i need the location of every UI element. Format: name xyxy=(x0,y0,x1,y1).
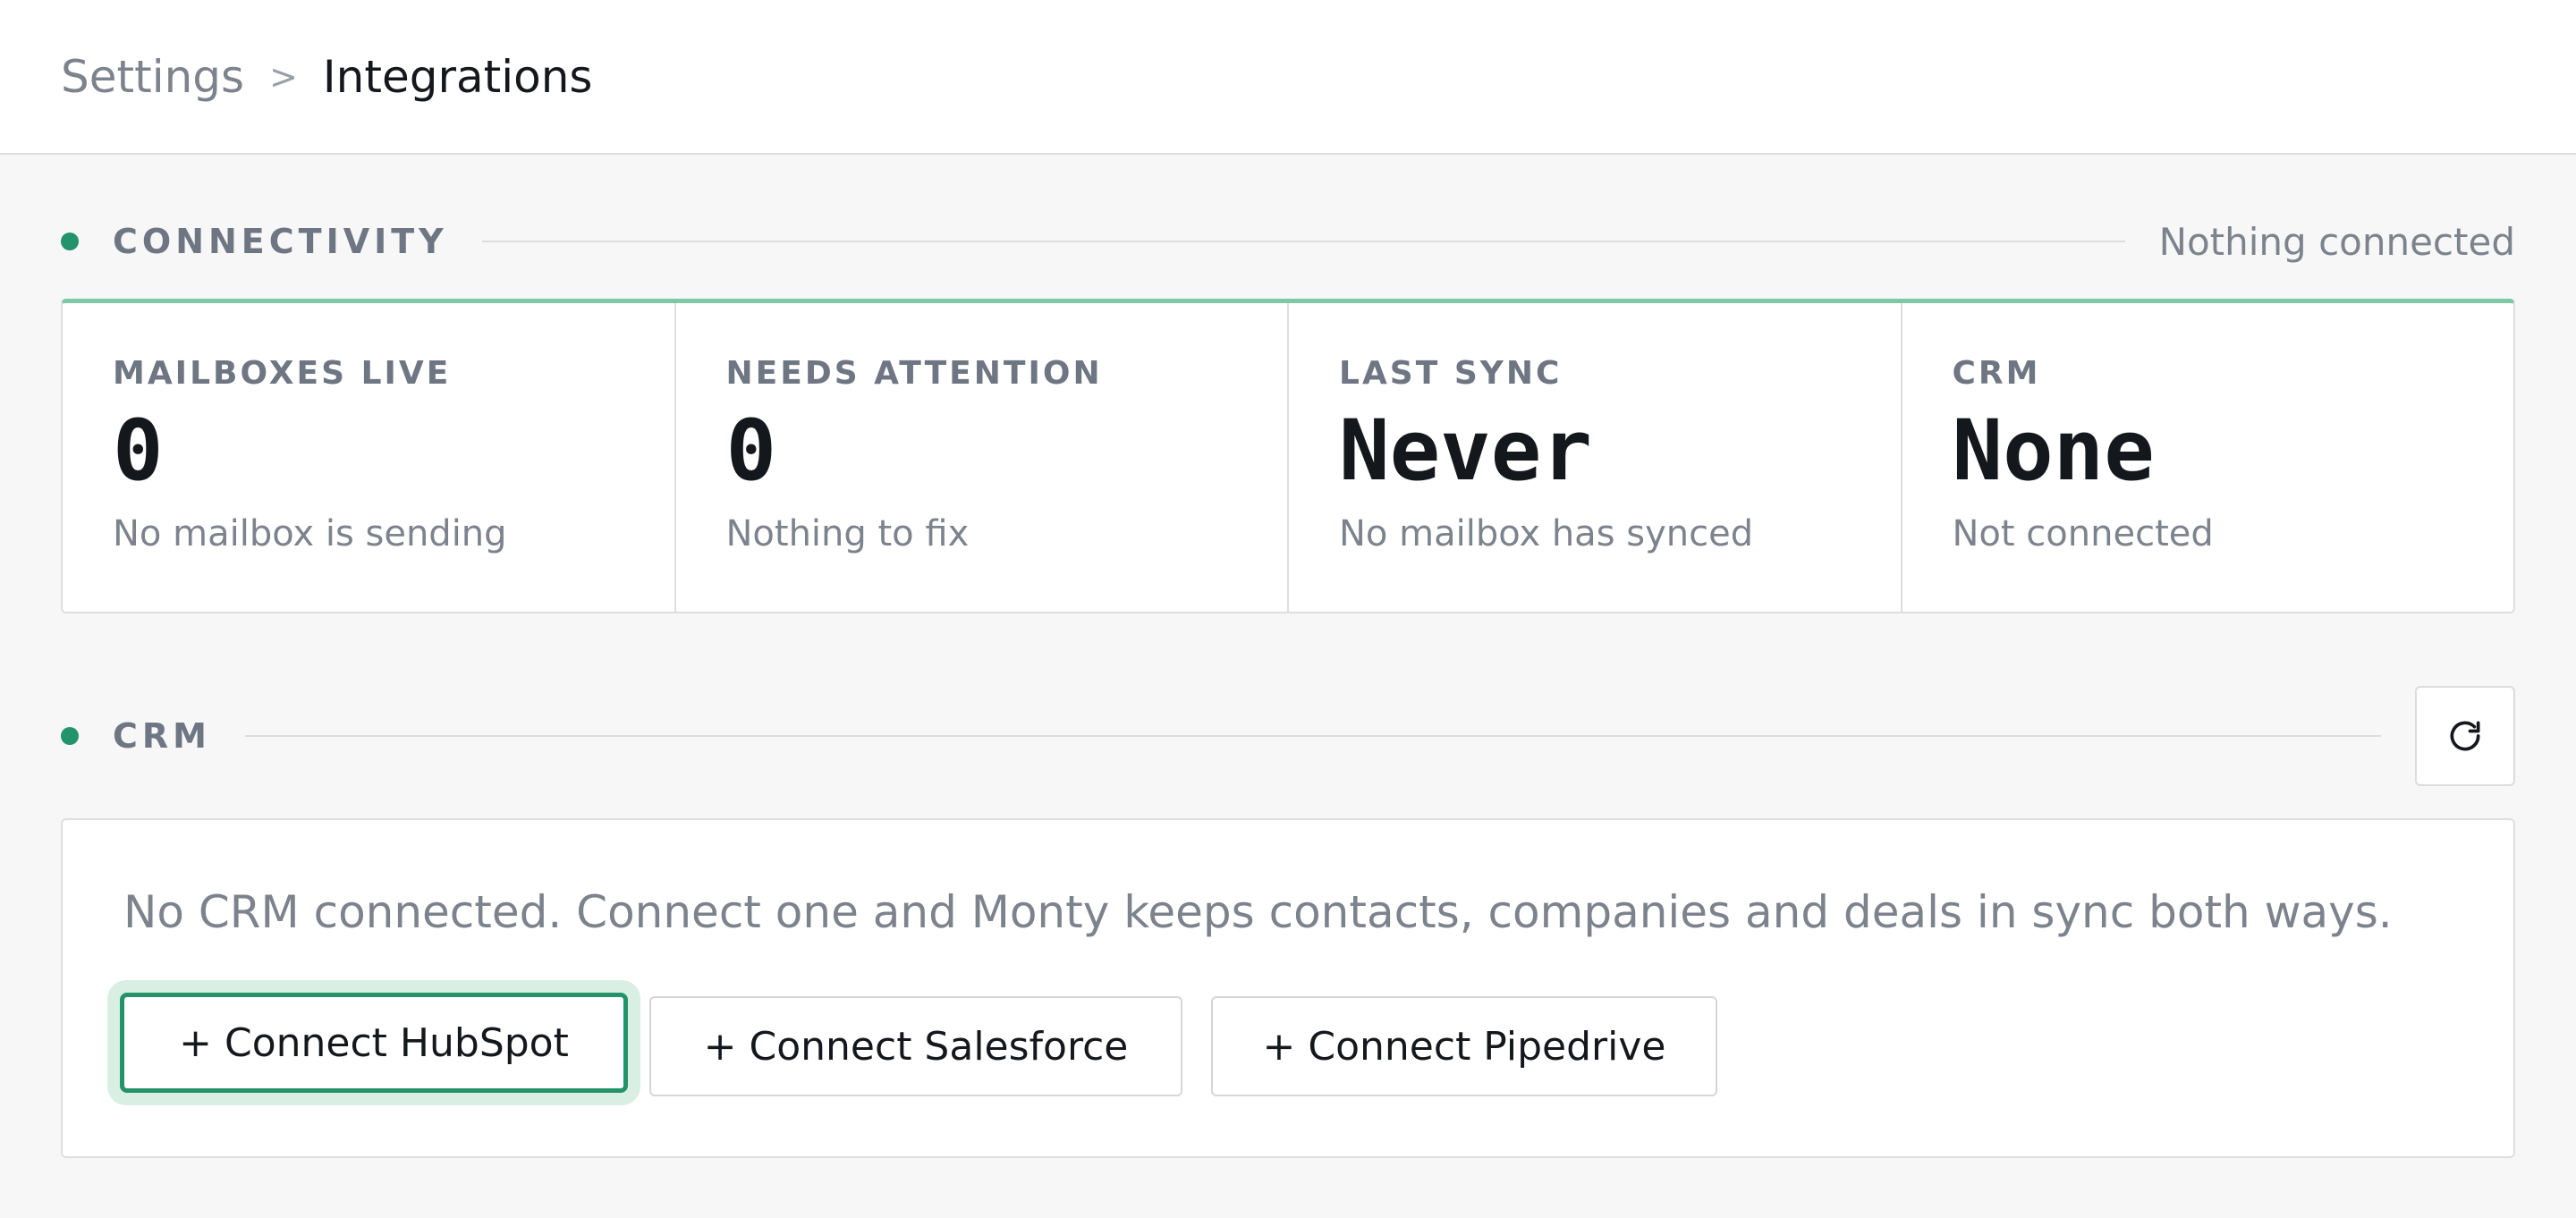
stat-value: 0 xyxy=(113,402,164,500)
stat-label: MAILBOXES LIVE xyxy=(113,355,452,392)
connectivity-status: Nothing connected xyxy=(2158,219,2515,264)
stat-subtext: No mailbox is sending xyxy=(113,513,507,554)
stat-crm: CRM None Not connected xyxy=(1902,303,2514,612)
crm-label: CRM xyxy=(113,716,211,756)
connect-hubspot-button[interactable]: + Connect HubSpot xyxy=(120,993,628,1093)
crm-description: No CRM connected. Connect one and Monty … xyxy=(123,886,2393,938)
stat-last-sync: LAST SYNC Never No mailbox has synced xyxy=(1289,303,1902,612)
stat-needs-attention: NEEDS ATTENTION 0 Nothing to fix xyxy=(676,303,1289,612)
connect-salesforce-button[interactable]: + Connect Salesforce xyxy=(649,996,1182,1096)
stat-value: 0 xyxy=(725,402,777,500)
top-bar: Settings > Integrations xyxy=(0,0,2576,155)
stat-label: CRM xyxy=(1952,355,2041,392)
divider xyxy=(481,241,2125,242)
stat-subtext: Nothing to fix xyxy=(725,513,970,554)
connect-pipedrive-button[interactable]: + Connect Pipedrive xyxy=(1211,996,1717,1096)
breadcrumb-settings[interactable]: Settings xyxy=(61,51,244,103)
connectivity-label: CONNECTIVITY xyxy=(113,222,448,261)
divider xyxy=(244,735,2381,737)
status-dot xyxy=(61,233,79,250)
breadcrumb-separator: > xyxy=(269,56,298,97)
status-dot xyxy=(61,727,79,745)
crm-card: No CRM connected. Connect one and Monty … xyxy=(61,818,2515,1158)
stat-label: LAST SYNC xyxy=(1339,355,1563,392)
crm-header: CRM xyxy=(61,686,2515,786)
refresh-icon xyxy=(2450,721,2480,751)
connectivity-stats: MAILBOXES LIVE 0 No mailbox is sending N… xyxy=(61,299,2515,613)
connectivity-header: CONNECTIVITY Nothing connected xyxy=(61,215,2515,268)
stat-label: NEEDS ATTENTION xyxy=(725,355,1103,392)
refresh-button[interactable] xyxy=(2415,686,2515,786)
stat-value: None xyxy=(1952,402,2155,500)
page-title: Integrations xyxy=(322,50,593,103)
stat-mailboxes-live: MAILBOXES LIVE 0 No mailbox is sending xyxy=(63,303,676,612)
stat-subtext: No mailbox has synced xyxy=(1339,513,1754,554)
stat-value: Never xyxy=(1339,402,1592,500)
stat-subtext: Not connected xyxy=(1952,513,2214,554)
